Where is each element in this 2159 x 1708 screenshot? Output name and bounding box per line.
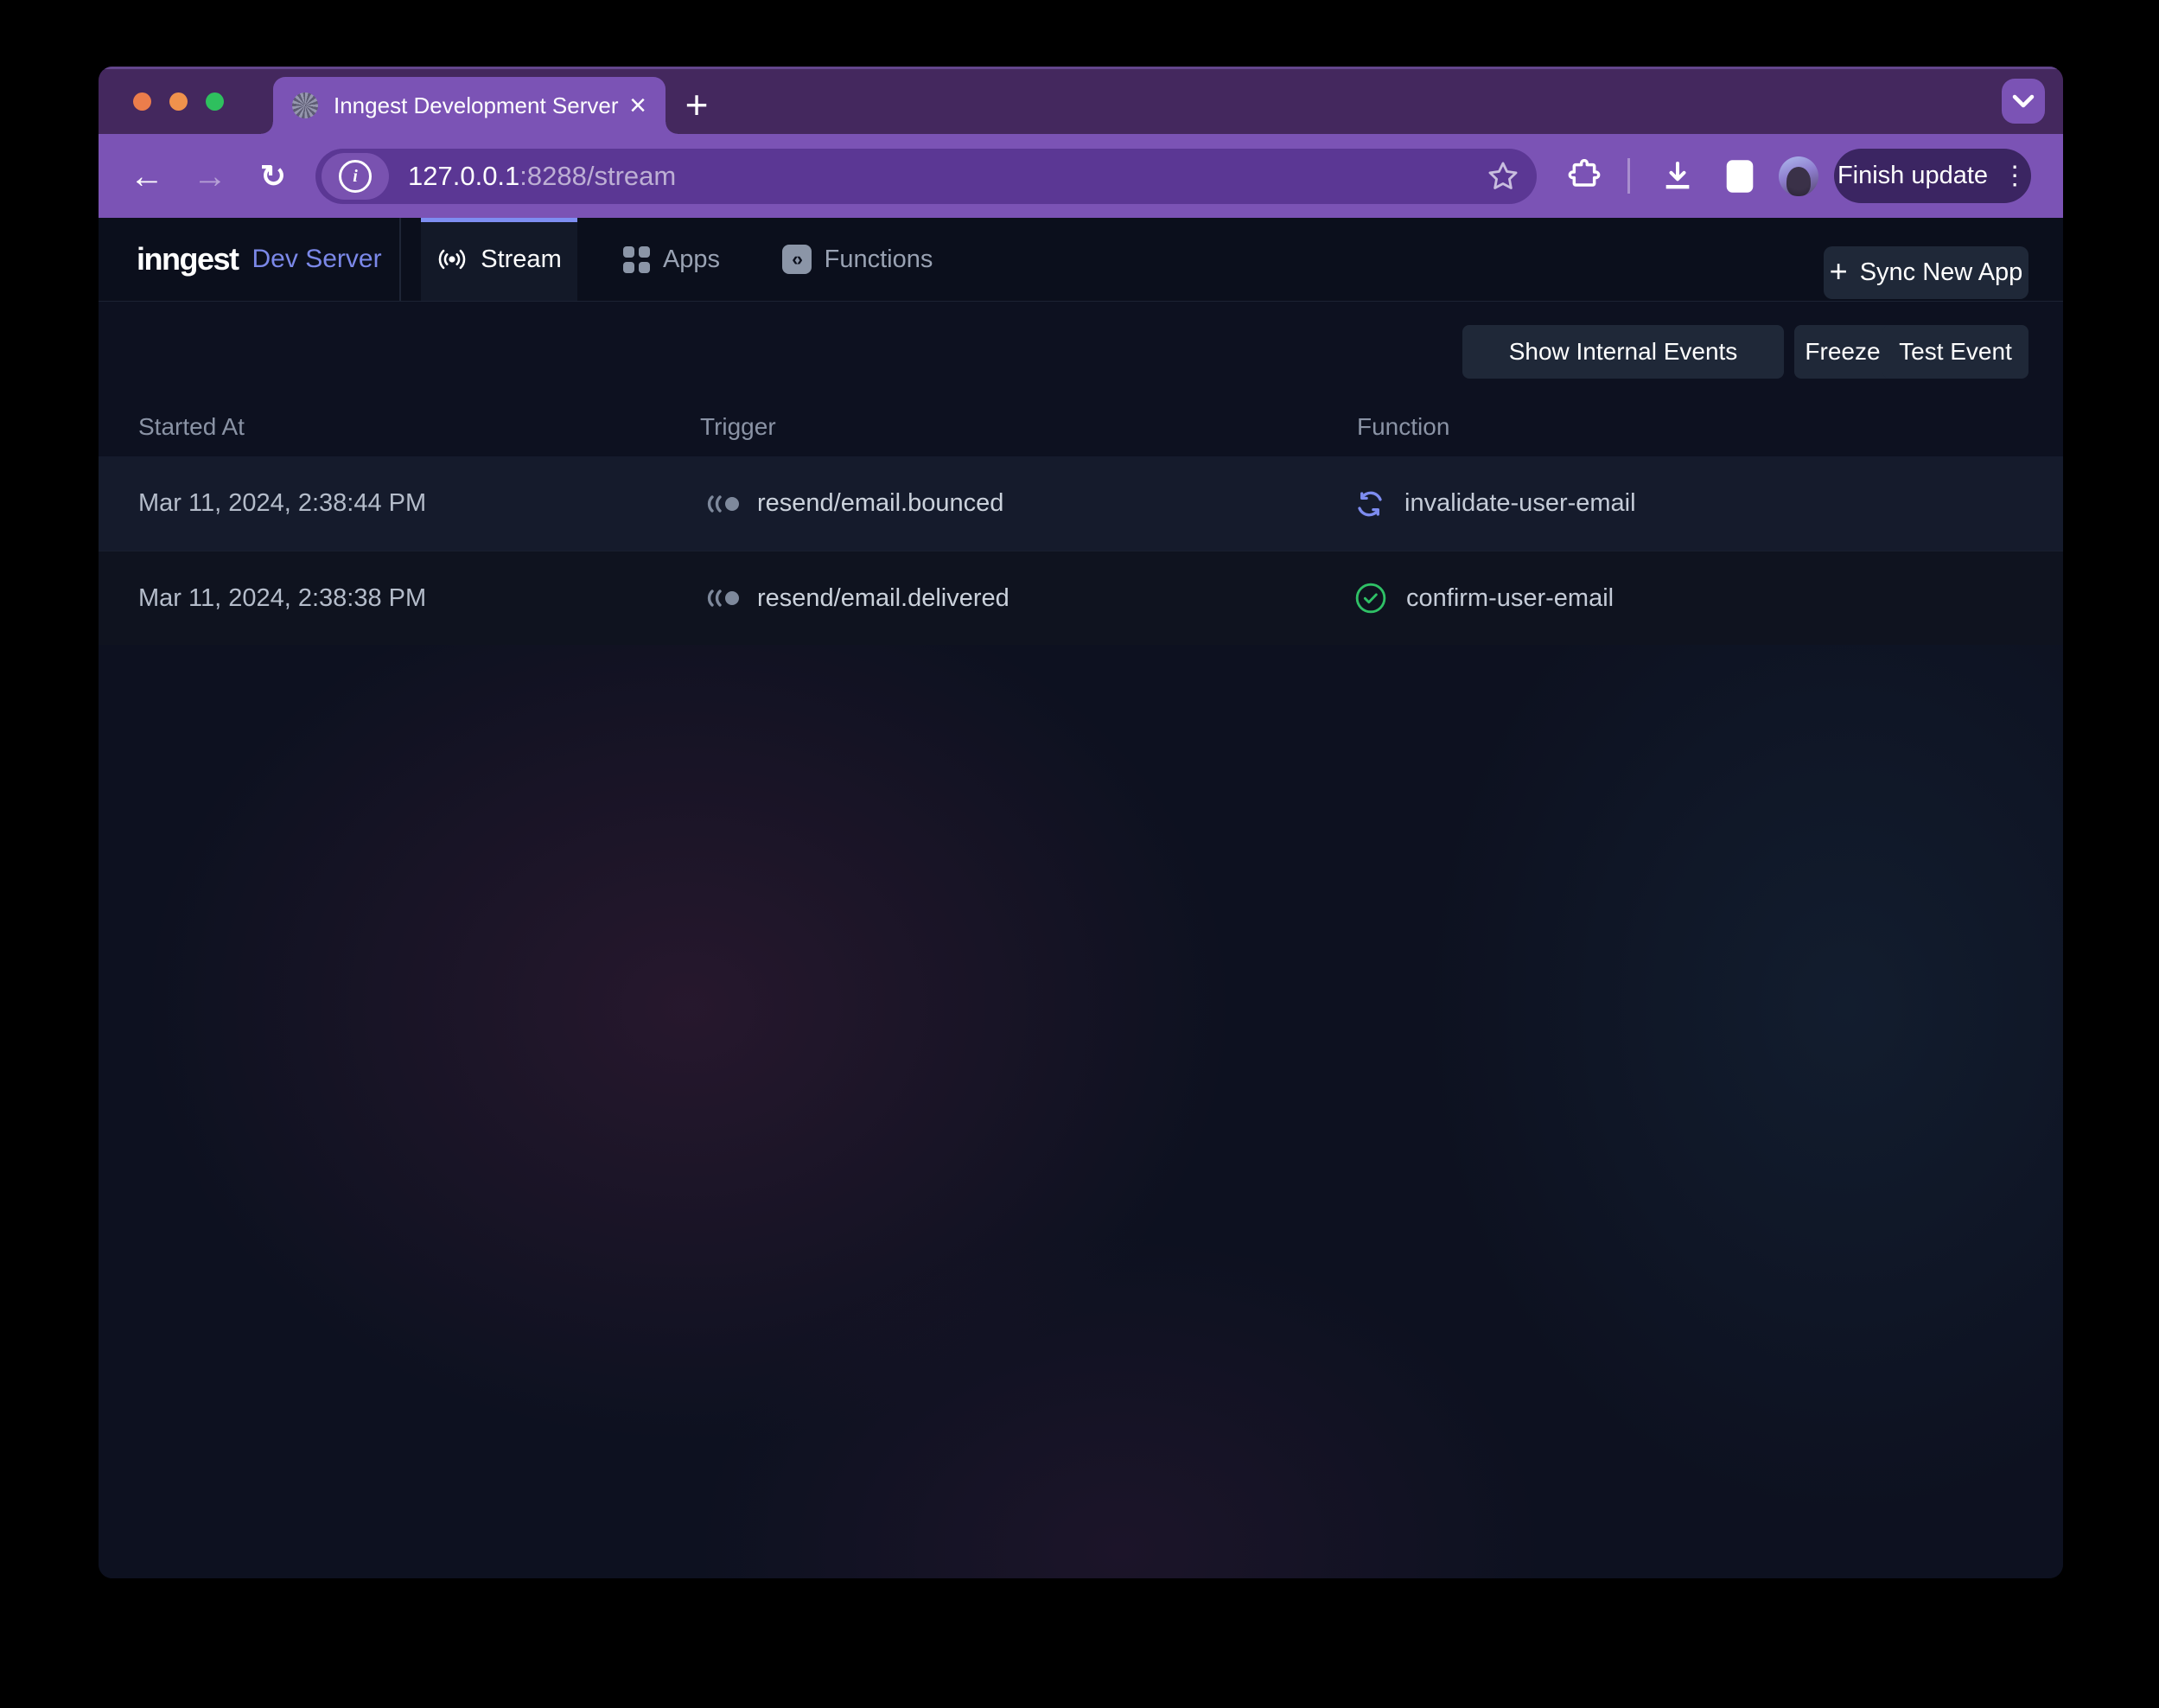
toolbar-divider <box>1627 158 1630 194</box>
trigger-event-name: resend/email.delivered <box>757 584 1009 613</box>
function-cell: confirm-user-email <box>1354 551 1614 645</box>
inngest-logo: inngest <box>137 241 239 277</box>
function-status-running-icon <box>1354 488 1385 519</box>
new-tab-button[interactable]: + <box>671 79 723 131</box>
download-icon <box>1660 159 1695 194</box>
column-header-trigger: Trigger <box>700 413 776 441</box>
browser-tab[interactable]: Inngest Development Server × <box>273 77 666 134</box>
tab-functions-label: Functions <box>825 245 933 274</box>
downloads-button[interactable] <box>1653 134 1703 218</box>
trigger-event-name: resend/email.bounced <box>757 489 1003 518</box>
site-info-button[interactable]: i <box>322 153 389 200</box>
minimize-window-button[interactable] <box>169 92 188 111</box>
header-divider <box>399 218 401 301</box>
trigger-cell: resend/email.bounced <box>704 456 1003 551</box>
window-controls <box>133 92 224 111</box>
address-bar[interactable]: i 127.0.0.1:8288/stream <box>315 149 1537 204</box>
function-name: invalidate-user-email <box>1404 489 1636 518</box>
plus-icon: + <box>1830 253 1848 290</box>
tab-apps-label: Apps <box>663 245 720 274</box>
reload-button[interactable]: ↻ <box>251 134 296 218</box>
function-cell: invalidate-user-email <box>1354 456 1636 551</box>
dev-server-label: Dev Server <box>252 245 382 274</box>
url-host: 127.0.0.1 <box>408 161 519 191</box>
browser-tab-strip: Inngest Development Server × + <box>99 67 2063 134</box>
tab-title: Inngest Development Server <box>334 92 619 119</box>
event-trigger-icon <box>704 493 742 515</box>
star-icon <box>1487 160 1519 193</box>
inngest-favicon-icon <box>292 92 318 118</box>
side-panel-icon <box>1725 158 1755 194</box>
close-window-button[interactable] <box>133 92 151 111</box>
forward-button[interactable]: → <box>188 134 232 218</box>
url-path: :8288/stream <box>519 161 676 191</box>
inngest-dev-server-app: inngest Dev Server Stream Apps <box>99 218 2063 1578</box>
puzzle-icon <box>1567 159 1602 194</box>
tab-stream-label: Stream <box>481 245 561 274</box>
column-header-started-at: Started At <box>138 413 245 441</box>
sync-new-app-button[interactable]: + Sync New App <box>1824 246 2028 299</box>
side-panel-button[interactable] <box>1715 134 1765 218</box>
finish-update-button[interactable]: Finish update ⋮ <box>1834 149 2031 203</box>
tab-close-icon[interactable]: × <box>629 91 646 120</box>
started-at-value: Mar 11, 2024, 2:38:38 PM <box>138 551 426 645</box>
functions-code-icon: ‹› <box>782 245 812 274</box>
trigger-cell: resend/email.delivered <box>704 551 1009 645</box>
show-internal-events-button[interactable]: Show Internal Events <box>1462 325 1784 379</box>
info-icon: i <box>339 160 372 193</box>
back-button[interactable]: ← <box>124 134 169 218</box>
sync-new-app-label: Sync New App <box>1860 258 2023 287</box>
stream-table-header: Started At Trigger Function <box>99 401 2063 453</box>
browser-window: Inngest Development Server × + ← → ↻ i 1… <box>99 67 2063 1578</box>
test-event-button[interactable]: Test Event <box>1882 325 2028 379</box>
extensions-button[interactable] <box>1559 134 1609 218</box>
column-header-function: Function <box>1357 413 1449 441</box>
chevron-down-icon <box>2012 94 2035 108</box>
bookmark-star-button[interactable] <box>1487 149 1519 204</box>
url-text: 127.0.0.1:8288/stream <box>408 161 676 192</box>
brand: inngest Dev Server <box>137 218 382 301</box>
apps-grid-icon <box>623 246 650 273</box>
browser-toolbar: ← → ↻ i 127.0.0.1:8288/stream <box>99 134 2063 218</box>
tab-functions[interactable]: ‹› Functions <box>762 218 952 301</box>
browser-menu-icon[interactable]: ⋮ <box>2002 166 2028 187</box>
tab-apps[interactable]: Apps <box>607 218 736 301</box>
app-header: inngest Dev Server Stream Apps <box>99 218 2063 302</box>
profile-avatar[interactable] <box>1779 156 1818 196</box>
started-at-value: Mar 11, 2024, 2:38:44 PM <box>138 456 426 551</box>
stream-broadcast-icon <box>436 244 468 275</box>
tab-stream[interactable]: Stream <box>421 218 577 301</box>
zoom-window-button[interactable] <box>206 92 224 111</box>
function-status-completed-icon <box>1354 582 1387 615</box>
event-trigger-icon <box>704 587 742 609</box>
finish-update-label: Finish update <box>1837 162 1988 190</box>
table-row[interactable]: Mar 11, 2024, 2:38:38 PM resend/email.de… <box>99 551 2063 645</box>
function-name: confirm-user-email <box>1406 584 1614 613</box>
table-row[interactable]: Mar 11, 2024, 2:38:44 PM resend/email.bo… <box>99 456 2063 551</box>
tab-search-button[interactable] <box>2002 79 2045 124</box>
